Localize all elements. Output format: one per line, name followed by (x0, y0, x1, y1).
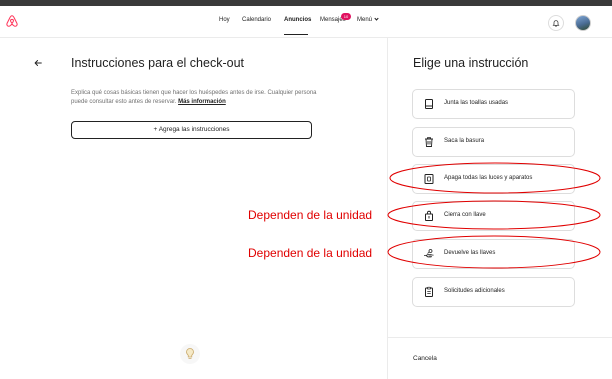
cancel-button[interactable]: Cancela (413, 355, 437, 362)
lock-icon (425, 210, 433, 221)
top-header: Hoy Calendario Anuncios Mensajes 10 Menú (0, 6, 612, 38)
power-outlet-icon (424, 174, 434, 184)
nav-hoy[interactable]: Hoy (219, 17, 230, 23)
main-nav: Hoy Calendario Anuncios Mensajes 10 Menú (0, 6, 612, 38)
option-additional-label: Solicitudes adicionales (444, 288, 505, 294)
nav-menu-label: Menú (357, 17, 373, 23)
option-keys[interactable]: Devuelve las llaves (412, 239, 575, 269)
option-trash-label: Saca la basura (444, 138, 485, 144)
notifications-button[interactable] (548, 15, 564, 31)
footer-divider (388, 337, 612, 338)
bell-icon (552, 20, 560, 27)
messages-badge: 10 (341, 13, 351, 20)
clipboard-icon (425, 286, 433, 297)
chevron-down-icon (374, 16, 379, 21)
more-info-link[interactable]: Más información (178, 99, 226, 105)
user-avatar[interactable] (575, 15, 591, 31)
tip-button[interactable] (180, 344, 200, 364)
active-tab-underline (284, 34, 308, 35)
annotation-label-lock: Dependen de la unidad (248, 208, 373, 222)
back-button[interactable] (30, 55, 46, 71)
option-towels[interactable]: Junta las toallas usadas (412, 89, 575, 119)
add-instructions-button[interactable]: + Agrega las instrucciones (71, 121, 312, 139)
nav-menu[interactable]: Menú (357, 16, 379, 23)
option-trash[interactable]: Saca la basura (412, 127, 575, 157)
lightbulb-icon (186, 348, 194, 359)
nav-anuncios[interactable]: Anuncios (284, 17, 311, 23)
option-additional[interactable]: Solicitudes adicionales (412, 277, 575, 307)
annotation-label-keys: Dependen de la unidad (248, 246, 373, 260)
trash-icon (425, 137, 433, 147)
nav-calendario[interactable]: Calendario (242, 17, 271, 23)
page-title: Instrucciones para el check-out (71, 56, 245, 70)
panel-divider (387, 38, 388, 379)
panel-title: Elige una instrucción (413, 56, 529, 70)
arrow-left-icon (34, 60, 42, 66)
option-towels-label: Junta las toallas usadas (444, 100, 509, 106)
towel-icon (425, 99, 433, 109)
hand-key-icon (424, 249, 434, 258)
option-keys-label: Devuelve las llaves (444, 250, 496, 256)
option-lock-label: Cierra con llave (444, 212, 486, 218)
option-lights-label: Apaga todas las luces y aparatos (444, 175, 533, 181)
page-description: Explica qué cosas básicas tienen que hac… (71, 89, 321, 106)
option-lights[interactable]: Apaga todas las luces y aparatos (412, 164, 575, 194)
option-lock[interactable]: Cierra con llave (412, 201, 575, 231)
